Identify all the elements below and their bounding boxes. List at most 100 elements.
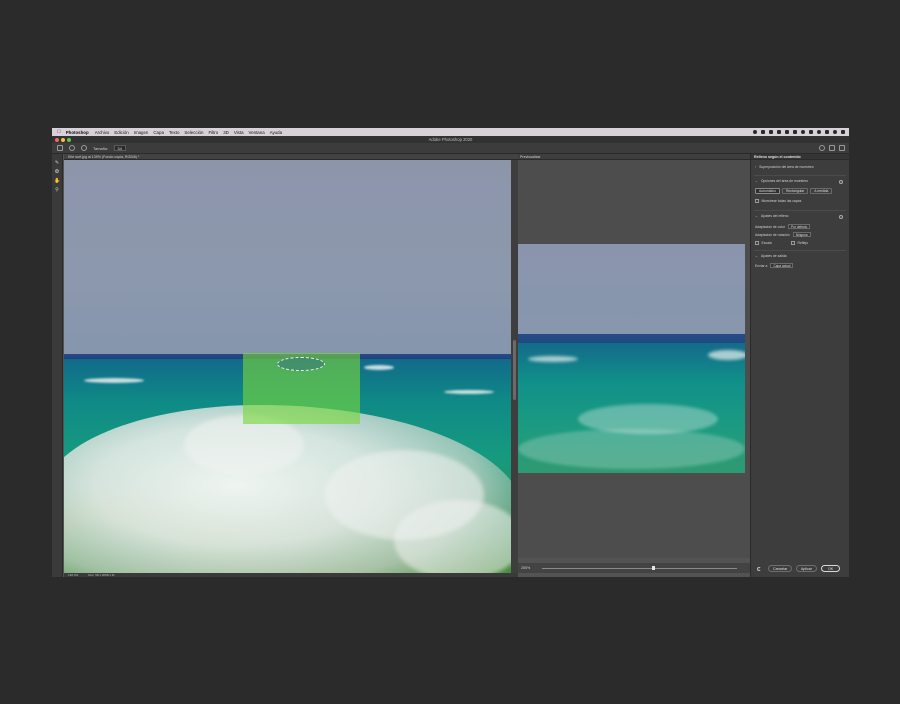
document-zoom[interactable]: 138,4%	[68, 573, 78, 577]
preview-zoom-value[interactable]: 250%	[521, 566, 530, 570]
panel-title: Relleno según el contenido	[751, 154, 849, 160]
zoom-window-icon[interactable]	[67, 137, 71, 142]
menu-ayuda[interactable]: Ayuda	[270, 130, 282, 135]
sky-region	[64, 160, 511, 356]
scale-label: Escala	[761, 241, 772, 245]
section-divider	[754, 175, 846, 176]
pencil-icon[interactable]	[793, 130, 797, 134]
reset-sampling-icon[interactable]	[839, 180, 843, 184]
document-info: Doc: 58,1 M/58,1 M	[88, 573, 115, 577]
mirror-row[interactable]: Reflejo	[791, 241, 808, 245]
preview-title: Previsualizar	[520, 155, 541, 159]
scale-checkbox[interactable]	[755, 241, 759, 245]
output-label: Enviar a	[755, 263, 768, 268]
document-scrollbar[interactable]	[511, 160, 518, 573]
auto-button[interactable]: Automático	[755, 188, 780, 194]
wifi-icon[interactable]	[817, 130, 821, 134]
menu-3d[interactable]: 3D	[223, 130, 229, 135]
apply-button[interactable]: Aplicar	[796, 565, 817, 572]
dropbox-icon[interactable]	[777, 130, 781, 134]
sample-all-layers-label: Muestrear todas las capas	[761, 199, 802, 203]
color-adaptation-label: Adaptación de color	[755, 224, 785, 229]
lasso-icon[interactable]: ❂	[54, 169, 60, 175]
options-right-icons	[819, 145, 845, 151]
zoom-icon[interactable]: ⚲	[54, 187, 60, 193]
search-icon[interactable]	[833, 130, 837, 134]
zoom-slider-knob[interactable]	[652, 566, 656, 570]
options-bar: Tamaño: 34	[52, 143, 849, 154]
rotation-adaptation-label: Adaptación de rotación	[755, 232, 790, 237]
whitecap	[444, 390, 494, 394]
preview-image	[518, 244, 745, 473]
wave-spray	[184, 415, 304, 475]
home-icon[interactable]	[57, 145, 63, 151]
document-status-bar: 138,4% Doc: 58,1 M/58,1 M	[64, 573, 518, 577]
menu-filtro[interactable]: Filtro	[208, 130, 218, 135]
mirror-checkbox[interactable]	[791, 241, 795, 245]
photoshop-window:  Photoshop Archivo Edición Imagen Capa …	[52, 128, 849, 577]
overlay-section-header[interactable]: › Superposición del área de muestreo	[755, 165, 814, 169]
screen-share-icon[interactable]	[769, 130, 773, 134]
fill-section-header[interactable]: ⌄ Ajustes del relleno	[755, 214, 789, 218]
bluetooth-icon[interactable]	[809, 130, 813, 134]
menu-edicion[interactable]: Edición	[114, 130, 128, 135]
minimize-window-icon[interactable]	[61, 137, 65, 142]
chevron-down-icon: ⌄	[755, 254, 758, 258]
sample-all-layers-checkbox[interactable]	[755, 199, 759, 203]
scrollbar-thumb[interactable]	[513, 340, 516, 400]
custom-button[interactable]: A medida	[810, 188, 833, 194]
reset-fill-icon[interactable]	[839, 215, 843, 219]
kite-selection[interactable]	[277, 357, 325, 371]
subtract-sample-icon[interactable]	[81, 145, 87, 151]
status-icons	[753, 128, 845, 136]
menu-bar:  Photoshop Archivo Edición Imagen Capa …	[52, 128, 849, 136]
apple-icon[interactable]: 	[57, 129, 61, 135]
output-section-header[interactable]: ⌄ Ajustes de salida	[755, 254, 786, 258]
output-dropdown[interactable]: Capa actual	[770, 263, 794, 268]
control-center-icon[interactable]	[841, 130, 845, 134]
rectangular-button[interactable]: Rectangular	[781, 188, 809, 194]
menu-archivo[interactable]: Archivo	[95, 130, 110, 135]
preview-foam	[518, 429, 745, 469]
menu-texto[interactable]: Texto	[169, 130, 180, 135]
undo-icon[interactable]	[757, 567, 761, 571]
preview-foam	[708, 350, 745, 360]
brush-size-field[interactable]: 34	[114, 145, 127, 151]
menu-capa[interactable]: Capa	[153, 130, 164, 135]
hand-icon[interactable]: ✋	[54, 178, 60, 184]
rotation-adaptation-dropdown[interactable]: Ninguna	[792, 232, 811, 237]
chevron-down-icon: ⌄	[755, 179, 758, 183]
preview-zoom-slider[interactable]	[542, 566, 738, 570]
menu-seleccion[interactable]: Selección	[184, 130, 203, 135]
menu-ventana[interactable]: Ventana	[249, 130, 265, 135]
sample-all-layers-row[interactable]: Muestrear todas las capas	[755, 199, 801, 203]
output-row: Enviar a Capa actual	[755, 263, 794, 268]
search-panel-icon[interactable]	[819, 145, 825, 151]
display-icon[interactable]	[761, 130, 765, 134]
timer-icon[interactable]	[801, 130, 805, 134]
menu-vista[interactable]: Vista	[234, 130, 244, 135]
whitecap	[364, 365, 394, 370]
content-aware-fill-panel: Relleno según el contenido › Superposici…	[750, 154, 849, 577]
window-title-bar: Adobe Photoshop 2020	[52, 136, 849, 143]
calendar-icon[interactable]	[785, 130, 789, 134]
color-adaptation-dropdown[interactable]: Por defecto	[787, 224, 811, 229]
add-sample-icon[interactable]	[69, 145, 75, 151]
share-icon[interactable]	[839, 145, 845, 151]
battery-icon[interactable]	[825, 130, 829, 134]
menu-imagen[interactable]: Imagen	[134, 130, 149, 135]
sampling-brush-icon[interactable]: ✎	[54, 160, 60, 166]
scale-row[interactable]: Escala	[755, 241, 772, 245]
output-section-label: Ajustes de salida	[760, 254, 787, 258]
ok-button[interactable]: OK	[821, 565, 841, 572]
cancel-button[interactable]: Cancelar	[768, 565, 793, 572]
section-divider	[754, 210, 846, 211]
brush-size-label: Tamaño:	[93, 145, 109, 151]
close-window-icon[interactable]	[55, 137, 59, 142]
creative-cloud-icon[interactable]	[753, 130, 757, 134]
mirror-label: Reflejo	[797, 241, 809, 245]
menu-app-name[interactable]: Photoshop	[66, 130, 89, 135]
sampling-section-header[interactable]: ⌄ Opciones del área de muestreo	[755, 179, 808, 183]
workspace-icon[interactable]	[829, 145, 835, 151]
document-canvas[interactable]	[64, 160, 511, 573]
